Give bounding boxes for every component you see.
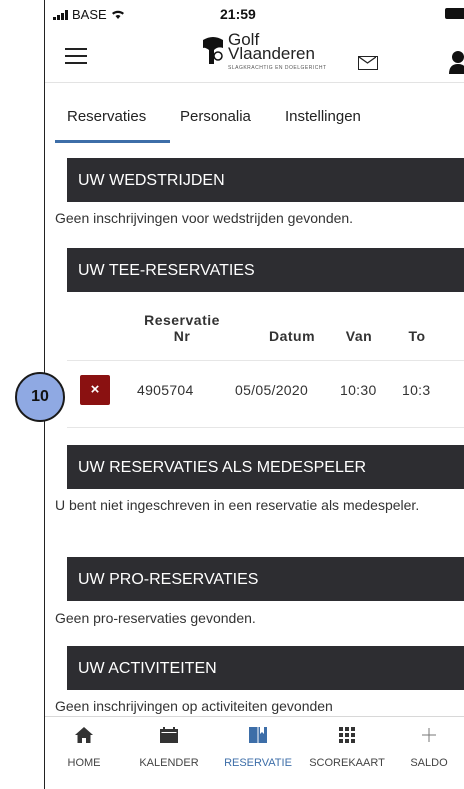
reservation-start-time: 10:30 [340, 382, 377, 398]
mail-icon[interactable] [358, 56, 378, 70]
section-header-pro-reservaties: UW PRO-RESERVATIES [67, 557, 464, 601]
table-row: × 4905704 05/05/2020 10:30 10:3 [67, 360, 464, 428]
column-header-reservatie-nr: Reservatie Nr [144, 312, 220, 344]
tab-personalia[interactable]: Personalia [180, 108, 251, 125]
logo-mark [203, 37, 223, 64]
step-callout-badge: 10 [15, 372, 65, 422]
nav-label-reservatie: RESERVATIE [224, 757, 292, 769]
status-bar: BASE 21:59 [45, 0, 464, 26]
nav-reservatie[interactable]: RESERVATIE [215, 717, 301, 775]
nav-kalender[interactable]: KALENDER [123, 717, 215, 775]
section-header-medespeler: UW RESERVATIES ALS MEDESPELER [67, 445, 464, 489]
reservation-number: 4905704 [137, 382, 194, 398]
carrier-name: BASE [72, 7, 107, 22]
column-header-tot: To [408, 328, 426, 344]
section-header-wedstrijden: UW WEDSTRIJDEN [67, 158, 464, 202]
column-header-van: Van [345, 328, 373, 344]
home-icon [75, 727, 93, 743]
bottom-navigation: HOME KALENDER RESERVATIE SCOREKAART SALD… [45, 716, 464, 775]
signal-icon [53, 9, 68, 20]
calendar-icon [160, 727, 178, 743]
reservation-date: 05/05/2020 [235, 382, 309, 398]
activiteiten-empty-note: Geen inschrijvingen op activiteiten gevo… [55, 698, 333, 714]
profile-icon[interactable] [448, 50, 464, 74]
golf-vlaanderen-logo: Golf Vlaanderen SLAGKRACHTIG EN DOELGERI… [200, 30, 340, 76]
book-icon [249, 727, 267, 743]
battery-icon [445, 8, 464, 19]
nav-saldo[interactable]: SALDO [393, 717, 464, 775]
section-header-activiteiten: UW ACTIVITEITEN [67, 646, 464, 690]
delete-reservation-button[interactable]: × [80, 375, 110, 405]
reservation-end-time: 10:3 [402, 382, 431, 398]
logo-tagline: SLAGKRACHTIG EN DOELGERICHT [228, 65, 327, 71]
tee-table-header: Reservatie Nr Datum Van To [67, 308, 464, 361]
phone-screen: BASE 21:59 Golf Vlaanderen SLAGKRACHTIG … [44, 0, 464, 789]
section-header-tee-reservaties: UW TEE-RESERVATIES [67, 248, 464, 292]
menu-icon[interactable] [65, 48, 87, 69]
screen-bottom-edge [45, 774, 464, 789]
logo-text-vlaanderen: Vlaanderen [228, 44, 315, 63]
grid-icon [339, 727, 355, 743]
active-tab-indicator [55, 140, 170, 143]
medespeler-empty-note: U bent niet ingeschreven in een reservat… [55, 497, 420, 513]
nav-label-home: HOME [67, 757, 101, 769]
tab-reservaties[interactable]: Reservaties [67, 108, 146, 125]
nav-label-scorekaart: SCOREKAART [309, 757, 385, 769]
nav-home[interactable]: HOME [45, 717, 123, 775]
profile-tabs: Reservaties Personalia Instellingen [45, 82, 464, 144]
clock: 21:59 [220, 6, 256, 22]
wifi-icon [111, 10, 124, 19]
carrier-indicator: BASE [53, 7, 125, 22]
column-header-datum: Datum [268, 328, 316, 344]
tab-instellingen[interactable]: Instellingen [285, 108, 361, 125]
nav-scorekaart[interactable]: SCOREKAART [301, 717, 393, 775]
wedstrijden-empty-note: Geen inschrijvingen voor wedstrijden gev… [55, 210, 354, 226]
nav-label-saldo: SALDO [410, 757, 448, 769]
plus-icon [422, 728, 436, 742]
app-header: Golf Vlaanderen SLAGKRACHTIG EN DOELGERI… [45, 26, 464, 83]
nav-label-kalender: KALENDER [139, 757, 199, 769]
pro-empty-note: Geen pro-reservaties gevonden. [55, 610, 256, 626]
